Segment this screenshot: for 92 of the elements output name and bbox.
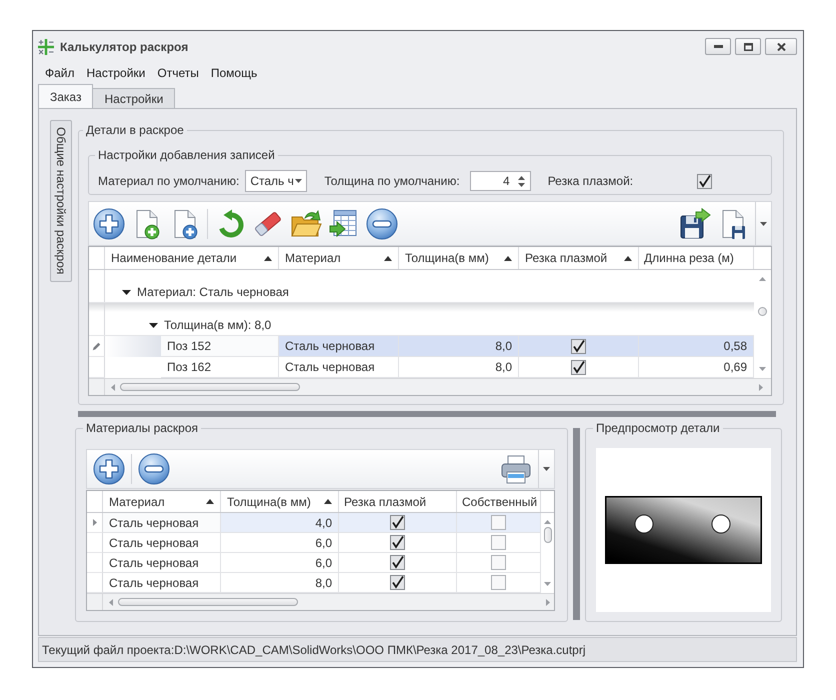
table-row[interactable]: Поз 152 Сталь черновая 8,0 0,58 [89, 336, 754, 357]
table-cell: 4,0 [221, 513, 339, 533]
scroll-up-arrow-icon[interactable] [544, 520, 551, 524]
checkbox[interactable] [390, 555, 405, 570]
checkbox[interactable] [571, 338, 586, 354]
column-header[interactable]: Резка плазмой [339, 491, 457, 512]
group-title: Материалы раскроя [85, 421, 200, 435]
checkbox[interactable] [491, 535, 506, 550]
group-title: Настройки добавления записей [97, 148, 276, 162]
minimize-button[interactable] [705, 38, 731, 55]
tab[interactable]: Настройки [93, 88, 176, 108]
checkbox[interactable] [491, 515, 506, 530]
maximize-icon [744, 42, 752, 50]
checkbox[interactable] [697, 174, 712, 188]
checkbox[interactable] [390, 575, 405, 590]
field-label: Резка плазмой: [548, 174, 634, 188]
spin-arrows-icon[interactable] [518, 174, 525, 188]
scrollbar-thumb[interactable] [120, 383, 300, 391]
column-header[interactable]: Наименование детали [105, 247, 279, 269]
sort-arrow-icon [624, 256, 632, 260]
checkbox[interactable] [390, 515, 405, 530]
table-cell: 0,58 [639, 336, 754, 357]
column-header[interactable]: Толщина(в мм) [399, 247, 519, 269]
maximize-button[interactable] [735, 38, 761, 55]
column-header[interactable]: Материал [103, 491, 221, 512]
number-field[interactable]: 4 [470, 171, 531, 191]
menu-item[interactable]: Отчеты [151, 62, 205, 84]
menu-item[interactable]: Настройки [80, 62, 152, 84]
table-row[interactable]: Поз 162 Сталь черновая 8,0 0,69 [89, 357, 754, 378]
down-triangle-icon[interactable] [149, 322, 158, 328]
group-label: Толщина(в мм): 8,0 [164, 318, 272, 332]
status-text: Текущий файл проекта:D:\WORK\CAD_CAM\SolidWorks\ООО ПМК\Резка 2017_08_23\Резка.cutprj [42, 642, 586, 656]
plate-hole [634, 514, 654, 534]
caret-down-icon [543, 467, 550, 471]
group-title: Предпросмотр детали [595, 421, 721, 435]
dropdown-field[interactable]: Сталь ч [245, 170, 308, 192]
checkbox[interactable] [491, 555, 506, 570]
scroll-down-arrow-icon[interactable] [544, 582, 551, 586]
tab[interactable]: Заказ [38, 84, 94, 108]
plus-circle-icon[interactable] [93, 208, 125, 240]
table-row[interactable]: Сталь черновая 8,0 [87, 573, 541, 593]
table-cell: 8,0 [399, 336, 519, 357]
column-header[interactable]: Резка плазмой [519, 247, 639, 269]
group-row[interactable]: Материал: Сталь черновая [89, 270, 754, 303]
field-label: Толщина по умолчанию: [324, 174, 460, 188]
table-cell: Поз 152 [161, 336, 279, 357]
group-title: Детали в раскрое [85, 123, 185, 137]
minus-circle-icon[interactable] [138, 453, 170, 485]
table-row[interactable]: Сталь черновая 6,0 [87, 553, 541, 573]
menu-item[interactable]: Помощь [204, 62, 264, 84]
checkbox[interactable] [491, 575, 506, 590]
down-triangle-icon[interactable] [122, 290, 131, 294]
floppy-arrow-icon[interactable] [679, 208, 711, 240]
column-header[interactable]: Толщина(в мм) [221, 491, 339, 512]
scrollbar-thumb[interactable] [758, 307, 767, 316]
table-cell: Сталь черновая [103, 513, 221, 533]
scrollbar-thumb[interactable] [118, 598, 298, 606]
folder-icon[interactable] [290, 208, 322, 240]
checkbox[interactable] [571, 360, 586, 374]
group-row[interactable]: Толщина(в мм): 8,0 [89, 303, 754, 336]
group-label: Материал: Сталь черновая [137, 285, 289, 299]
scroll-down-arrow-icon[interactable] [759, 367, 766, 371]
horizontal-scrollbar[interactable] [87, 593, 554, 610]
column-header[interactable]: Материал [279, 247, 399, 269]
menu-item[interactable]: Файл [39, 62, 81, 84]
column-header[interactable]: Собственный [457, 491, 541, 512]
sort-arrow-icon [504, 256, 512, 260]
sort-arrow-icon [384, 256, 392, 260]
scrollbar-thumb[interactable] [544, 527, 552, 543]
table-row[interactable]: Сталь черновая 6,0 [87, 533, 541, 553]
horizontal-scrollbar[interactable] [89, 378, 771, 395]
field-label: Материал по умолчанию: [98, 174, 240, 188]
caret-down-icon [295, 179, 302, 183]
caret-down-icon [760, 222, 767, 226]
minus-circle-icon[interactable] [366, 208, 398, 240]
plate-hole [712, 514, 730, 534]
sort-arrow-icon [324, 499, 332, 504]
plus-grid-icon [38, 38, 54, 54]
window-title: Калькулятор раскроя [60, 40, 188, 54]
close-icon [776, 42, 786, 50]
printer-icon[interactable] [500, 453, 532, 485]
table-cell: Сталь черновая [279, 336, 399, 357]
table-row[interactable]: Сталь черновая 4,0 [87, 513, 541, 533]
sort-arrow-icon [264, 256, 272, 260]
checkbox[interactable] [390, 535, 405, 550]
close-button[interactable] [765, 38, 797, 55]
plus-circle-icon[interactable] [93, 453, 125, 485]
side-tab[interactable]: Общие настройки раскроя [50, 120, 72, 282]
column-header[interactable]: Длинна реза (м) [639, 247, 754, 269]
scroll-up-arrow-icon[interactable] [759, 277, 766, 281]
minimize-icon [714, 45, 722, 48]
sort-arrow-icon [206, 499, 214, 504]
